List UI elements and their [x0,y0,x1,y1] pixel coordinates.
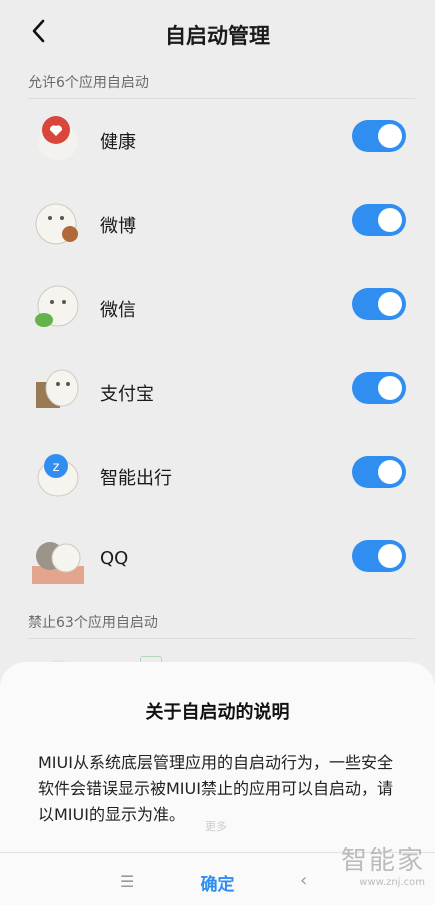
autostart-toggle[interactable] [352,540,406,572]
autostart-toggle[interactable] [352,120,406,152]
app-row-weibo[interactable]: 微博 [0,184,435,268]
qq-app-icon [32,542,84,584]
app-row-qq[interactable]: QQ [0,520,435,604]
autostart-toggle[interactable] [352,204,406,236]
health-app-icon [38,116,78,160]
watermark: 智能家 www.znj.com [341,840,425,888]
toggle-knob [378,124,402,148]
divider [28,638,415,639]
toggle-knob [378,292,402,316]
app-name: 微博 [100,216,136,237]
toggle-knob [378,460,402,484]
blocked-section-label: 禁止63个应用自启动 [28,615,158,631]
more-hint: 更多 [205,820,227,833]
wechat-app-icon [35,285,79,327]
app-name: 支付宝 [100,384,154,405]
app-name: QQ [100,548,129,569]
app-name: 微信 [100,300,136,321]
dialog-message: MIUI从系统底层管理应用的自启动行为，一些安全软件会错误显示被MIUI禁止的应… [38,753,393,824]
divider [28,98,415,99]
allowed-section-label: 允许6个应用自启动 [28,75,149,91]
toggle-knob [378,376,402,400]
nav-back-icon[interactable]: ‹ [300,870,307,891]
weibo-app-icon [35,203,78,245]
autostart-toggle[interactable] [352,288,406,320]
autostart-toggle[interactable] [352,456,406,488]
dialog-title: 关于自启动的说明 [145,702,290,723]
toggle-knob [378,208,402,232]
app-row-smart-travel[interactable]: z 智能出行 [0,436,435,520]
app-row-health[interactable]: 健康 [0,100,435,184]
app-row-alipay[interactable]: 支付宝 [0,352,435,436]
page-title: 自启动管理 [165,24,270,48]
app-row-wechat[interactable]: 微信 [0,268,435,352]
watermark-url: www.znj.com [359,877,425,888]
app-name: 健康 [100,132,136,153]
autostart-toggle[interactable] [352,372,406,404]
smart-travel-app-icon: z [37,454,79,497]
alipay-app-icon [36,369,79,408]
svg-text:z: z [53,460,60,475]
watermark-title: 智能家 [340,846,425,876]
header: 自启动管理 [0,0,435,64]
toggle-knob [378,544,402,568]
app-name: 智能出行 [100,468,172,489]
